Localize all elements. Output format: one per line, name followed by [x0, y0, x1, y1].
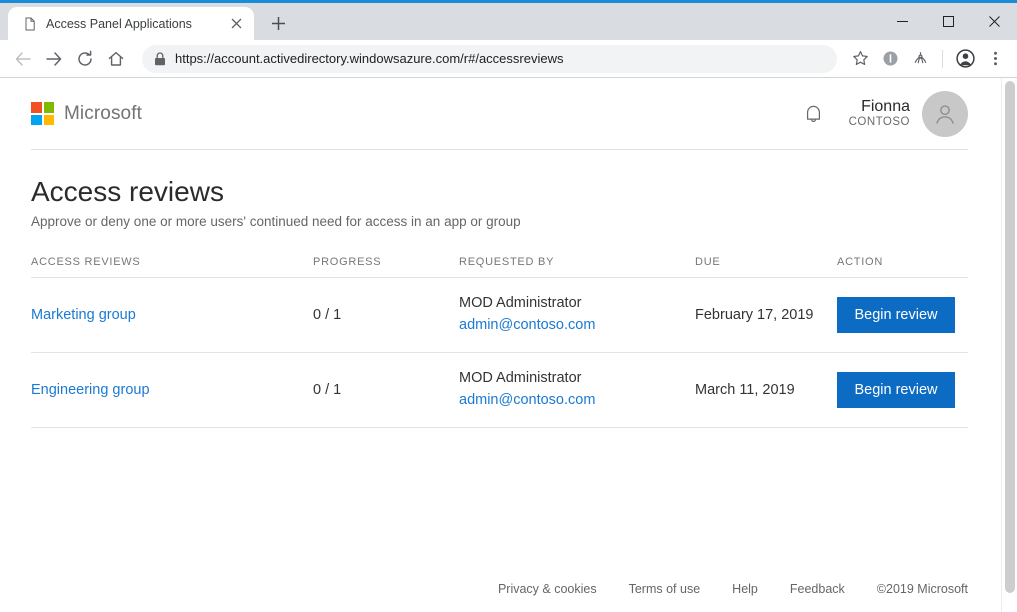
footer-link-terms[interactable]: Terms of use — [629, 582, 701, 596]
review-progress-cell: 0 / 1 — [313, 306, 459, 324]
info-circle-icon[interactable] — [876, 45, 904, 73]
url-text: https://account.activedirectory.windowsa… — [175, 51, 563, 66]
review-due-cell: February 17, 2019 — [695, 306, 837, 324]
browser-toolbar: https://account.activedirectory.windowsa… — [0, 40, 1017, 78]
review-requester-cell: MOD Administrator admin@contoso.com — [459, 368, 695, 412]
home-icon[interactable] — [101, 44, 131, 74]
bell-icon[interactable] — [797, 97, 831, 131]
user-menu[interactable]: Fionna CONTOSO — [849, 91, 968, 137]
column-header-progress: PROGRESS — [313, 256, 459, 268]
column-header-due: DUE — [695, 256, 837, 268]
requester-email-link[interactable]: admin@contoso.com — [459, 315, 695, 337]
review-name-link[interactable]: Marketing group — [31, 307, 136, 323]
microsoft-logo-icon — [31, 102, 54, 125]
minimize-button[interactable] — [879, 3, 925, 40]
tab-title: Access Panel Applications — [46, 17, 218, 31]
begin-review-button[interactable]: Begin review — [837, 372, 955, 408]
browser-window: Access Panel Applications — [0, 0, 1017, 612]
begin-review-button[interactable]: Begin review — [837, 297, 955, 333]
tab-close-icon[interactable] — [227, 15, 245, 33]
more-vertical-icon[interactable] — [981, 45, 1009, 73]
forward-arrow-icon[interactable] — [39, 44, 69, 74]
review-name-cell: Engineering group — [31, 381, 313, 399]
scrollbar-thumb[interactable] — [1005, 81, 1015, 593]
review-progress-value: 0 / 1 — [313, 307, 341, 323]
review-progress-value: 0 / 1 — [313, 382, 341, 398]
user-org: CONTOSO — [849, 116, 910, 129]
page-heading-block: Access reviews Approve or deny one or mo… — [31, 150, 968, 229]
review-name-link[interactable]: Engineering group — [31, 382, 150, 398]
access-reviews-table: ACCESS REVIEWS PROGRESS REQUESTED BY DUE… — [31, 256, 968, 428]
toolbar-actions — [846, 45, 1009, 73]
page-subtitle: Approve or deny one or more users' conti… — [31, 214, 968, 229]
requester-email-link[interactable]: admin@contoso.com — [459, 390, 695, 412]
page-footer: Privacy & cookies Terms of use Help Feed… — [31, 582, 968, 612]
review-due-cell: March 11, 2019 — [695, 381, 837, 399]
new-tab-button[interactable] — [263, 8, 293, 38]
footer-link-help[interactable]: Help — [732, 582, 758, 596]
table-row: Marketing group 0 / 1 MOD Administrator … — [31, 278, 968, 353]
star-icon[interactable] — [846, 45, 874, 73]
browser-tab[interactable]: Access Panel Applications — [8, 7, 254, 40]
avatar[interactable] — [922, 91, 968, 137]
page-icon — [22, 16, 37, 31]
site-header: Microsoft Fionna CONTOSO — [31, 78, 968, 150]
header-right-group: Fionna CONTOSO — [797, 91, 968, 137]
microsoft-logo[interactable]: Microsoft — [31, 102, 142, 125]
person-icon — [932, 101, 958, 127]
column-header-action: ACTION — [837, 256, 968, 268]
user-text: Fionna CONTOSO — [849, 98, 910, 130]
address-bar[interactable]: https://account.activedirectory.windowsa… — [142, 45, 837, 73]
microsoft-wordmark: Microsoft — [64, 103, 142, 125]
review-due-value: February 17, 2019 — [695, 307, 814, 323]
lock-icon — [154, 52, 166, 66]
reload-icon[interactable] — [70, 44, 100, 74]
window-close-button[interactable] — [971, 3, 1017, 40]
review-progress-cell: 0 / 1 — [313, 381, 459, 399]
footer-copyright: ©2019 Microsoft — [877, 582, 968, 596]
tab-strip: Access Panel Applications — [0, 3, 293, 40]
review-action-cell: Begin review — [837, 372, 968, 408]
footer-link-privacy[interactable]: Privacy & cookies — [498, 582, 597, 596]
window-controls — [879, 3, 1017, 40]
browser-titlebar: Access Panel Applications — [0, 0, 1017, 40]
column-header-requested-by: REQUESTED BY — [459, 256, 695, 268]
account-circle-icon[interactable] — [951, 45, 979, 73]
access-reviews-page: Microsoft Fionna CONTOSO — [0, 78, 1001, 612]
review-due-value: March 11, 2019 — [695, 382, 795, 398]
table-row: Engineering group 0 / 1 MOD Administrato… — [31, 353, 968, 428]
toolbar-divider — [942, 50, 943, 68]
back-arrow-icon[interactable] — [8, 44, 38, 74]
page-viewport: Microsoft Fionna CONTOSO — [0, 78, 1017, 612]
maximize-button[interactable] — [925, 3, 971, 40]
user-name: Fionna — [849, 98, 910, 117]
table-header-row: ACCESS REVIEWS PROGRESS REQUESTED BY DUE… — [31, 256, 968, 278]
review-action-cell: Begin review — [837, 297, 968, 333]
column-header-access-reviews: ACCESS REVIEWS — [31, 256, 313, 268]
review-name-cell: Marketing group — [31, 306, 313, 324]
requester-name: MOD Administrator — [459, 293, 695, 315]
requester-name: MOD Administrator — [459, 368, 695, 390]
extension-icon[interactable] — [906, 45, 934, 73]
page-title: Access reviews — [31, 176, 968, 208]
footer-link-feedback[interactable]: Feedback — [790, 582, 845, 596]
page-scrollbar[interactable] — [1001, 78, 1017, 612]
review-requester-cell: MOD Administrator admin@contoso.com — [459, 293, 695, 337]
